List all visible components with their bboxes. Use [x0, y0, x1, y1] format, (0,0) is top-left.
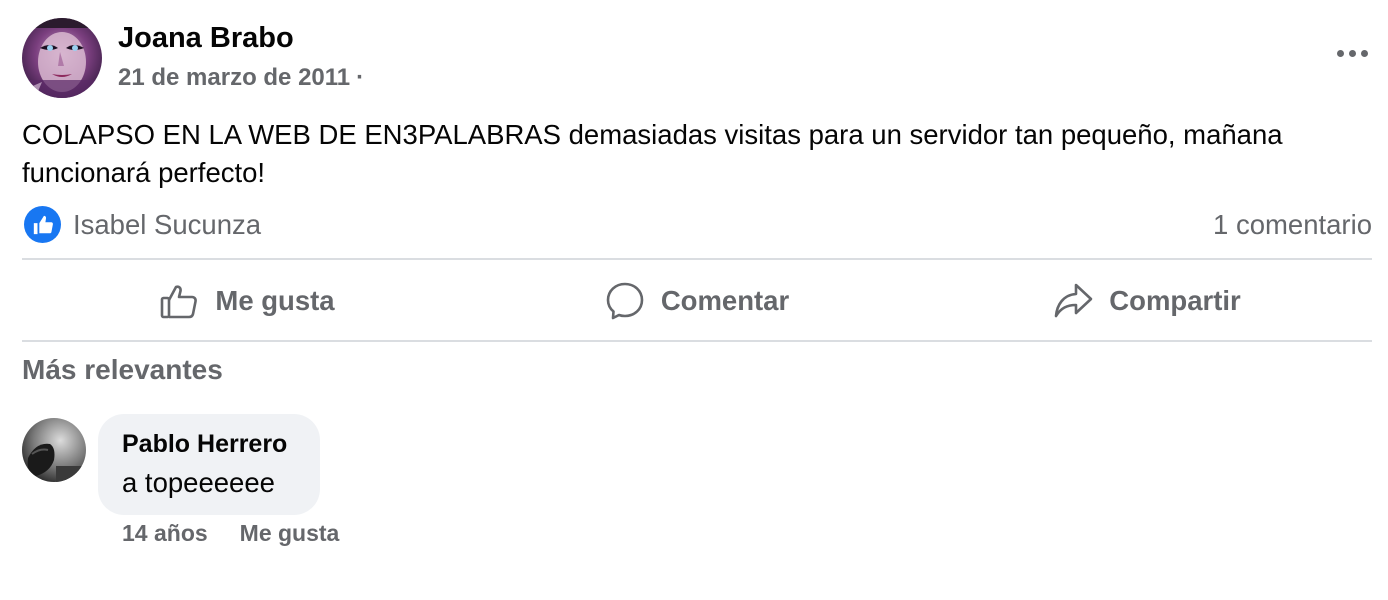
comment-sort-selector[interactable]: Más relevantes: [22, 354, 223, 386]
comment-age[interactable]: 14 años: [122, 520, 208, 547]
thumbs-up-icon[interactable]: [24, 206, 61, 243]
more-dots-icon: [1360, 49, 1368, 57]
more-dots-icon: [1336, 49, 1344, 57]
divider: [22, 258, 1372, 260]
author-avatar[interactable]: [22, 18, 102, 98]
author-name[interactable]: Joana Brabo: [118, 22, 294, 55]
like-button-label: Me gusta: [215, 285, 335, 316]
post-date[interactable]: 21 de marzo de 2011: [118, 64, 350, 91]
meta-separator: ·: [356, 64, 365, 91]
post-card: Joana Brabo 21 de marzo de 2011 · COLAPSO…: [0, 0, 1388, 600]
reactions-row: Isabel Sucunza 1 comentario: [22, 204, 1372, 246]
comment-item: Pablo Herrero a topeeeeee 14 años Me gus…: [22, 414, 1022, 554]
comment-bubble: Pablo Herrero a topeeeeee: [98, 414, 320, 515]
speech-bubble-icon: [605, 281, 645, 321]
action-bar: Me gusta Comentar Compartir: [22, 262, 1372, 340]
comment-text: a topeeeeee: [122, 467, 275, 498]
more-dots-icon: [1348, 49, 1356, 57]
reactor-names[interactable]: Isabel Sucunza: [73, 209, 261, 241]
share-button[interactable]: Compartir: [922, 262, 1372, 340]
commenter-name[interactable]: Pablo Herrero: [122, 430, 320, 459]
comment-button-label: Comentar: [660, 285, 790, 316]
comment-meta: 14 años Me gusta: [122, 520, 339, 547]
divider: [22, 340, 1372, 342]
post-text: COLAPSO EN LA WEB DE EN3PALABRAS demasia…: [22, 119, 1283, 188]
comment-like-button[interactable]: Me gusta: [240, 520, 340, 547]
share-arrow-icon: [1053, 281, 1093, 321]
commenter-avatar[interactable]: [22, 418, 86, 482]
comment-count[interactable]: 1 comentario: [1213, 209, 1372, 241]
like-button[interactable]: Me gusta: [22, 262, 472, 340]
share-button-label: Compartir: [1109, 285, 1241, 316]
more-options-button[interactable]: [1332, 38, 1372, 68]
post-header: Joana Brabo 21 de marzo de 2011 ·: [22, 18, 1372, 100]
thumbs-up-outline-icon: [159, 281, 199, 321]
comment-button[interactable]: Comentar: [472, 262, 922, 340]
post-meta: 21 de marzo de 2011 ·: [118, 64, 364, 92]
